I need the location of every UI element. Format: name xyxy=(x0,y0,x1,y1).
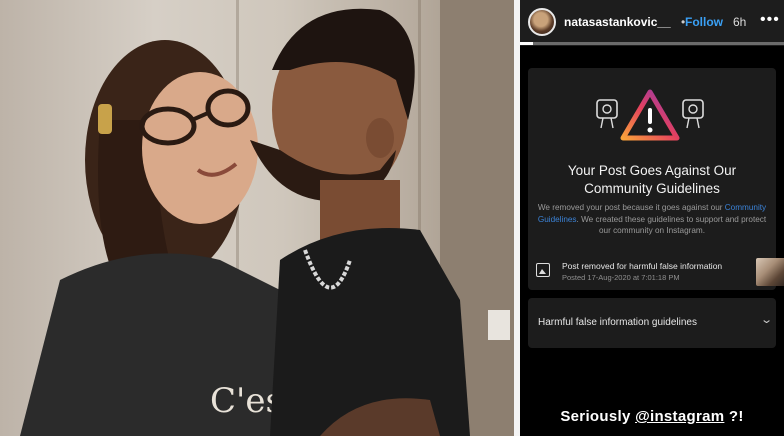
removed-post-title: Post removed for harmful false informati… xyxy=(562,261,723,271)
guidelines-label[interactable]: Harmful false information guidelines xyxy=(538,317,697,328)
violation-description: We removed your post because it goes aga… xyxy=(534,202,770,237)
story-progress-fill xyxy=(520,42,534,45)
story-screenshot: C'est natasastankovic__ • Follow 6h ••• xyxy=(0,0,784,436)
post-thumbnail[interactable] xyxy=(756,258,784,286)
username[interactable]: natasastankovic__ xyxy=(564,15,671,29)
story-time: 6h xyxy=(733,15,747,29)
violation-title: Your Post Goes Against Our Community Gui… xyxy=(567,163,737,196)
follow-button[interactable]: Follow xyxy=(685,15,723,29)
more-horizontal-icon[interactable]: ••• xyxy=(760,11,780,29)
image-icon xyxy=(536,263,550,277)
warning-community-icon xyxy=(595,88,705,148)
avatar[interactable] xyxy=(528,8,556,36)
card-gap xyxy=(528,290,776,296)
description-text-start: We removed your post because it goes aga… xyxy=(537,203,725,212)
photo-illustration: C'est xyxy=(20,0,514,436)
story-caption: Seriously @instagram ?! xyxy=(520,408,784,425)
chevron-down-icon[interactable]: ⌄ xyxy=(760,313,773,326)
couple-photo: C'est xyxy=(0,0,514,436)
instagram-mention[interactable]: @instagram xyxy=(635,408,724,425)
story-progress-bar xyxy=(520,42,784,45)
description-text-end: . We created these guidelines to support… xyxy=(576,214,767,236)
removed-post-date: Posted 17-Aug-2020 at 7:01:18 PM xyxy=(562,273,680,282)
caption-end: ?! xyxy=(724,408,744,425)
removed-post-row[interactable]: Post removed for harmful false informati… xyxy=(534,258,784,288)
story-header: natasastankovic__ • Follow 6h ••• xyxy=(520,0,784,46)
caption-text: Seriously xyxy=(560,408,636,425)
instagram-story: natasastankovic__ • Follow 6h ••• Your P… xyxy=(520,0,784,436)
